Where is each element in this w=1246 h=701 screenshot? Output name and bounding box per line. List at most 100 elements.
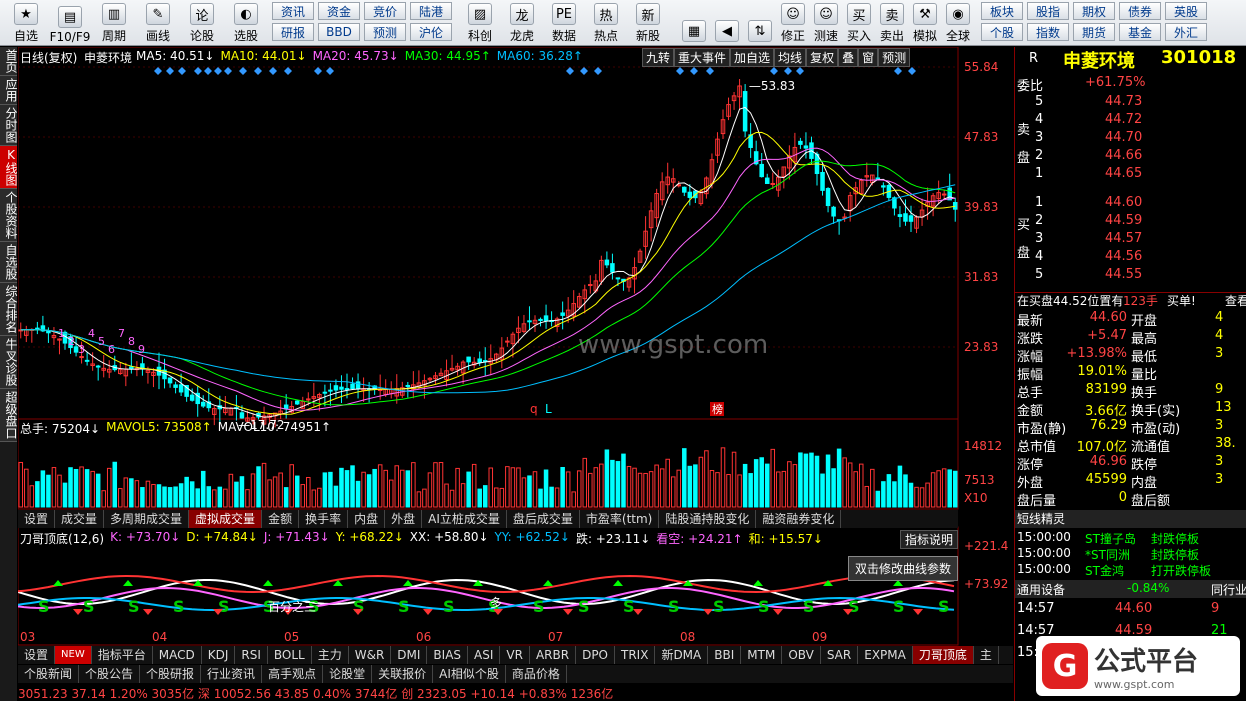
tabs1-item-2[interactable]: 多周期成交量 (104, 510, 190, 528)
toolbar-hot-button[interactable]: 热热点 (586, 2, 626, 44)
market-link-5[interactable]: 个股 (981, 23, 1023, 41)
tabs3-item-0[interactable]: 个股新闻 (18, 665, 80, 683)
tabs1-item-4[interactable]: 金额 (262, 510, 300, 528)
tabs3-item-6[interactable]: 关联报价 (372, 665, 434, 683)
toolbar-pe-button[interactable]: PE 数据 (544, 2, 584, 44)
tabs3-item-4[interactable]: 高手观点 (262, 665, 324, 683)
market-link-4[interactable]: 英股 (1165, 2, 1207, 20)
toolbar-star-button[interactable]: ★ 自选 (4, 2, 48, 44)
tabs2-item-5[interactable]: RSI (235, 646, 268, 664)
chart-tool-7[interactable]: 预测 (878, 48, 911, 67)
leftnav-item-4[interactable]: 个股资料 (0, 189, 18, 242)
tabs1-item-1[interactable]: 成交量 (55, 510, 105, 528)
chart-tool-1[interactable]: 重大事件 (674, 48, 731, 67)
toolbar-dragon-button[interactable]: 龙龙虎 (502, 2, 542, 44)
tabs1-item-0[interactable]: 设置 (18, 510, 56, 528)
toolbar-speed-button[interactable]: ☺ 测速 (810, 2, 842, 44)
tabs1-item-11[interactable]: 陆股通持股变化 (659, 510, 757, 528)
market-link-0[interactable]: 板块 (981, 2, 1023, 20)
tabs2-item-21[interactable]: EXPMA (858, 646, 913, 664)
toolbar-link-0[interactable]: 资讯 (272, 2, 314, 20)
leftnav-item-1[interactable]: 应用 (0, 76, 18, 105)
toolbar-back-arrow-button[interactable]: ◀ (711, 2, 743, 44)
chart-tool-5[interactable]: 叠 (838, 48, 859, 67)
tabs2-item-23[interactable]: 主 (974, 646, 999, 664)
tabs3-item-3[interactable]: 行业资讯 (201, 665, 263, 683)
tabs3-item-5[interactable]: 论股堂 (323, 665, 373, 683)
leftnav-item-3[interactable]: K线图 (0, 146, 18, 189)
tabs2-item-10[interactable]: BIAS (427, 646, 469, 664)
toolbar-buy-button[interactable]: 买买入 (843, 2, 875, 44)
toolbar-link-6[interactable]: 预测 (364, 23, 406, 41)
tabs3-item-2[interactable]: 个股研报 (140, 665, 202, 683)
market-link-6[interactable]: 指数 (1027, 23, 1069, 41)
tabs1-item-7[interactable]: 外盘 (385, 510, 423, 528)
toolbar-link-5[interactable]: BBD (318, 23, 360, 41)
tabs2-item-15[interactable]: TRIX (615, 646, 656, 664)
tabs2-item-0[interactable]: 设置 (18, 646, 56, 664)
tabs2-item-13[interactable]: ARBR (530, 646, 577, 664)
tabs3-item-1[interactable]: 个股公告 (79, 665, 141, 683)
market-link-2[interactable]: 期权 (1073, 2, 1115, 20)
order-status-view[interactable]: 查看 (1225, 292, 1246, 309)
toolbar-ipo-button[interactable]: 新新股 (628, 2, 668, 44)
toolbar-chart-select-button[interactable]: ◐ 选股 (224, 2, 268, 44)
market-link-3[interactable]: 债券 (1119, 2, 1161, 20)
tabs3-item-7[interactable]: AI相似个股 (433, 665, 506, 683)
toolbar-kechuang-button[interactable]: ▨ 科创 (460, 2, 500, 44)
tabs2-item-7[interactable]: 主力 (312, 646, 349, 664)
tabs2-item-11[interactable]: ASI (468, 646, 501, 664)
leftnav-item-2[interactable]: 分时图 (0, 105, 18, 146)
tabs2-item-17[interactable]: BBI (708, 646, 742, 664)
chart-tool-3[interactable]: 均线 (774, 48, 807, 67)
chart-tool-2[interactable]: 加自选 (730, 48, 775, 67)
tabs1-item-8[interactable]: AI立桩成交量 (422, 510, 507, 528)
tabs1-item-9[interactable]: 盘后成交量 (507, 510, 580, 528)
tabs2-item-14[interactable]: DPO (576, 646, 615, 664)
toolbar-pencil-button[interactable]: ✎ 画线 (136, 2, 180, 44)
toolbar-discuss-button[interactable]: 论论股 (180, 2, 224, 44)
toolbar-period-button[interactable]: ▥ 周期 (92, 2, 136, 44)
tabs2-item-8[interactable]: W&R (349, 646, 392, 664)
leftnav-item-0[interactable]: 首页 (0, 47, 18, 76)
market-link-9[interactable]: 外汇 (1165, 23, 1207, 41)
leftnav-item-8[interactable]: 超级盘口 (0, 389, 18, 442)
market-link-1[interactable]: 股指 (1027, 2, 1069, 20)
industry-tag[interactable]: 同行业 (1211, 581, 1246, 598)
leftnav-item-7[interactable]: 牛叉诊股 (0, 336, 18, 389)
toolbar-f10-button[interactable]: ▤ F10/F9 (48, 2, 92, 44)
tabs1-item-10[interactable]: 市盈率(ttm) (580, 510, 660, 528)
chart-tool-0[interactable]: 九转 (642, 48, 675, 67)
leftnav-item-5[interactable]: 自选股 (0, 242, 18, 283)
tabs2-item-18[interactable]: MTM (741, 646, 783, 664)
tabs2-item-3[interactable]: MACD (153, 646, 202, 664)
tabs1-item-12[interactable]: 融资融券变化 (756, 510, 842, 528)
toolbar-link-7[interactable]: 沪伦 (410, 23, 452, 41)
tabs2-item-1[interactable]: NEW (55, 646, 92, 664)
toolbar-updown-button[interactable]: ⇅ (744, 2, 776, 44)
tabs2-item-6[interactable]: BOLL (268, 646, 312, 664)
tabs2-item-19[interactable]: OBV (782, 646, 821, 664)
leftnav-item-6[interactable]: 综合排名 (0, 283, 18, 336)
tabs2-item-16[interactable]: 新DMA (655, 646, 709, 664)
tabs1-item-6[interactable]: 内盘 (348, 510, 386, 528)
chart-tool-4[interactable]: 复权 (806, 48, 839, 67)
toolbar-globe-button[interactable]: ◉ 全球 (942, 2, 974, 44)
toolbar-link-2[interactable]: 竞价 (364, 2, 406, 20)
tabs2-item-22[interactable]: 刀哥顶底 (912, 646, 974, 664)
toolbar-sell-button[interactable]: 卖卖出 (876, 2, 908, 44)
indicator-help-button[interactable]: 指标说明 (900, 530, 959, 549)
tabs2-item-20[interactable]: SAR (821, 646, 859, 664)
tabs1-item-3[interactable]: 虚拟成交量 (189, 510, 263, 528)
tabs2-item-2[interactable]: 指标平台 (92, 646, 153, 664)
toolbar-link-4[interactable]: 研报 (272, 23, 314, 41)
tabs1-item-5[interactable]: 换手率 (299, 510, 349, 528)
tabs2-item-9[interactable]: DMI (391, 646, 428, 664)
tabs3-item-8[interactable]: 商品价格 (506, 665, 567, 683)
tabs2-item-4[interactable]: KDJ (202, 646, 236, 664)
chart-tool-6[interactable]: 窗 (858, 48, 879, 67)
toolbar-grid-button[interactable]: ▦ (678, 2, 710, 44)
toolbar-fix-button[interactable]: ☺ 修正 (777, 2, 809, 44)
toolbar-link-1[interactable]: 资金 (318, 2, 360, 20)
toolbar-simulate-button[interactable]: ⚒ 模拟 (909, 2, 941, 44)
